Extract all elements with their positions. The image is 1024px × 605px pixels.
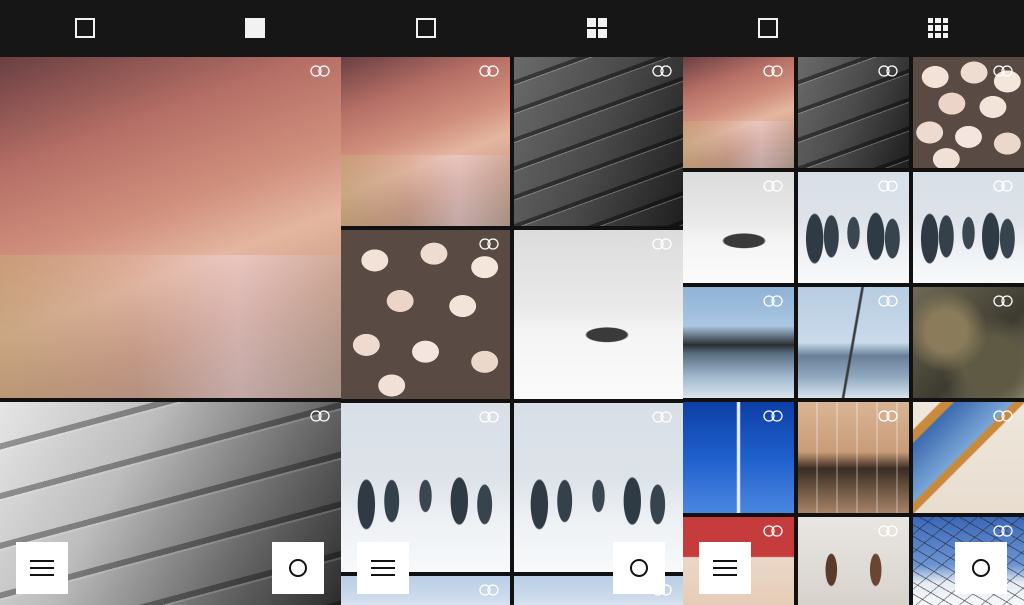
photo-tile[interactable] [798, 517, 909, 605]
linked-rings-icon[interactable] [762, 65, 784, 77]
single-filled-layout-icon[interactable] [245, 18, 265, 38]
photo-tile[interactable] [683, 57, 794, 168]
linked-rings-icon[interactable] [877, 65, 899, 77]
linked-rings-icon[interactable] [992, 180, 1014, 192]
gallery-column-two-grid [341, 57, 683, 605]
linked-rings-icon[interactable] [478, 584, 500, 596]
linked-rings-icon[interactable] [478, 65, 500, 77]
single-outline-layout-icon[interactable] [758, 18, 778, 38]
menu-button[interactable] [357, 542, 409, 594]
linked-rings-icon[interactable] [651, 65, 673, 77]
linked-rings-icon[interactable] [762, 295, 784, 307]
photo-tile[interactable] [913, 287, 1024, 398]
photo-tile[interactable] [798, 402, 909, 513]
photo-tile[interactable] [798, 287, 909, 398]
capture-button[interactable] [955, 542, 1007, 594]
view-switcher-bar [0, 0, 1024, 57]
linked-rings-icon[interactable] [877, 525, 899, 537]
linked-rings-icon[interactable] [309, 410, 331, 422]
single-outline-layout-icon[interactable] [75, 18, 95, 38]
circle-capture-icon [630, 559, 648, 577]
hamburger-menu-icon [30, 560, 54, 576]
linked-rings-icon[interactable] [651, 411, 673, 423]
menu-button[interactable] [16, 542, 68, 594]
single-outline-layout-icon[interactable] [416, 18, 436, 38]
capture-button[interactable] [272, 542, 324, 594]
linked-rings-icon[interactable] [877, 295, 899, 307]
linked-rings-icon[interactable] [762, 410, 784, 422]
photo-tile[interactable] [514, 230, 683, 399]
gallery-column-large [0, 57, 341, 605]
photo-tile[interactable] [913, 402, 1024, 513]
nine-grid-layout-icon[interactable] [928, 18, 948, 38]
photo-tile[interactable] [683, 172, 794, 283]
photo-tile[interactable] [0, 57, 341, 398]
circle-capture-icon [289, 559, 307, 577]
photo-tile[interactable] [798, 172, 909, 283]
gallery-column-three-grid [683, 57, 1024, 605]
photo-tile[interactable] [913, 57, 1024, 168]
photo-tile[interactable] [341, 230, 510, 399]
photo-tile[interactable] [341, 57, 510, 226]
linked-rings-icon[interactable] [309, 65, 331, 77]
linked-rings-icon[interactable] [762, 525, 784, 537]
four-grid-layout-icon[interactable] [587, 18, 607, 38]
linked-rings-icon[interactable] [478, 411, 500, 423]
linked-rings-icon[interactable] [992, 65, 1014, 77]
photo-tile[interactable] [683, 402, 794, 513]
linked-rings-icon[interactable] [877, 410, 899, 422]
photo-tile[interactable] [913, 172, 1024, 283]
linked-rings-icon[interactable] [992, 410, 1014, 422]
linked-rings-icon[interactable] [478, 238, 500, 250]
photo-tile[interactable] [683, 287, 794, 398]
hamburger-menu-icon [371, 560, 395, 576]
linked-rings-icon[interactable] [992, 525, 1014, 537]
hamburger-menu-icon [713, 560, 737, 576]
linked-rings-icon[interactable] [877, 180, 899, 192]
menu-button[interactable] [699, 542, 751, 594]
linked-rings-icon[interactable] [762, 180, 784, 192]
photo-tile[interactable] [798, 57, 909, 168]
capture-button[interactable] [613, 542, 665, 594]
linked-rings-icon[interactable] [992, 295, 1014, 307]
circle-capture-icon [972, 559, 990, 577]
photo-tile[interactable] [514, 57, 683, 226]
linked-rings-icon[interactable] [651, 238, 673, 250]
